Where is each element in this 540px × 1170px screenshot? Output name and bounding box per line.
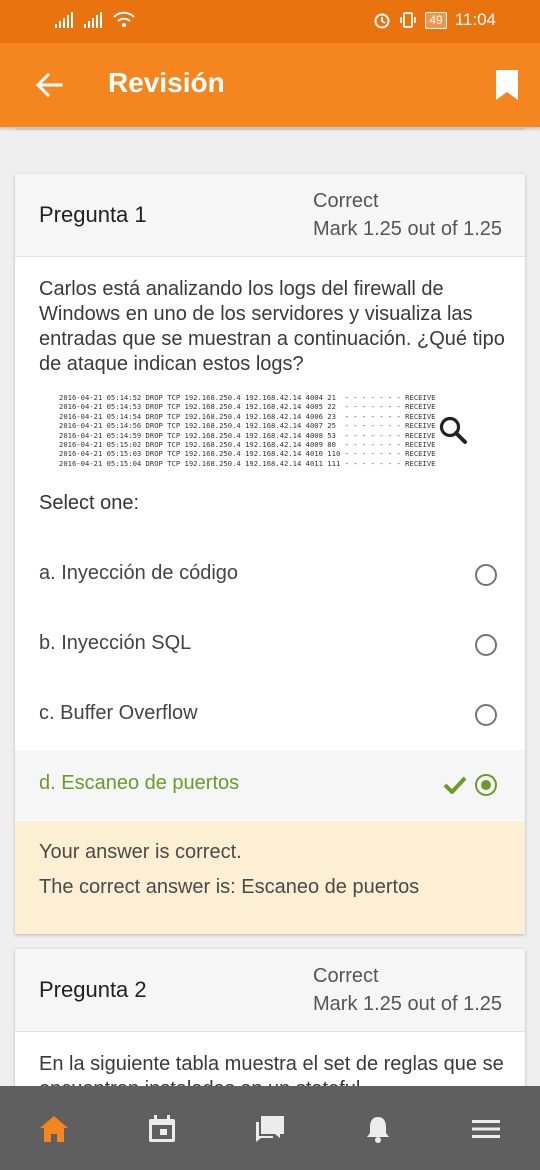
feedback-box: Your answer is correct. The correct answ…	[15, 821, 525, 934]
app-bar: Revisión	[0, 43, 540, 127]
question-status: Correct Mark 1.25 out of 1.25	[313, 962, 502, 1018]
battery-icon: 49	[425, 11, 447, 29]
wifi-icon	[113, 11, 135, 27]
correct-answer-text: The correct answer is: Escaneo de puerto…	[39, 876, 420, 898]
vibrate-icon	[400, 12, 417, 28]
log-line: 2016-04-21 05:15:03 DROP TCP 192.168.250…	[59, 449, 436, 459]
option-label: d. Escaneo de puertos	[39, 772, 240, 794]
home-icon[interactable]	[39, 1115, 69, 1143]
option-label: c. Buffer Overflow	[39, 702, 198, 724]
calendar-icon[interactable]	[147, 1115, 177, 1143]
messages-icon[interactable]	[255, 1115, 285, 1143]
alarm-icon	[374, 13, 390, 29]
answer-option-d[interactable]: d. Escaneo de puertos	[15, 750, 525, 820]
status-left	[55, 11, 135, 28]
menu-icon[interactable]	[471, 1115, 501, 1143]
radio-button-selected[interactable]	[475, 774, 497, 796]
radio-button[interactable]	[475, 564, 497, 586]
question-title: Pregunta 2	[39, 977, 147, 1002]
log-line: 2016-04-21 05:15:04 DROP TCP 192.168.250…	[59, 458, 436, 468]
radio-dot	[480, 779, 491, 790]
clock: 11:04	[454, 10, 496, 29]
question-header: Pregunta 1 Correct Mark 1.25 out of 1.25	[15, 174, 525, 257]
answer-option-a[interactable]: a. Inyección de código	[15, 540, 525, 610]
page-title: Revisión	[108, 67, 225, 98]
option-label: a. Inyección de código	[39, 562, 239, 584]
radio-button[interactable]	[475, 634, 497, 656]
option-label: b. Inyección SQL	[39, 632, 192, 654]
status-label: Correct	[313, 965, 379, 987]
question-text: En la siguiente tabla muestra el set de …	[39, 1053, 504, 1086]
previous-card-edge	[15, 127, 525, 130]
answer-option-b[interactable]: b. Inyección SQL	[15, 610, 525, 680]
check-icon	[443, 776, 467, 794]
bookmark-icon[interactable]	[496, 70, 518, 100]
feedback-result: Your answer is correct.	[39, 841, 242, 863]
status-bar: 49 11:04	[0, 0, 540, 43]
question-header: Pregunta 2 Correct Mark 1.25 out of 1.25	[15, 949, 525, 1032]
signal-icon	[55, 12, 73, 28]
back-arrow-icon[interactable]	[34, 70, 64, 100]
question-title: Pregunta 1	[39, 202, 147, 227]
signal-icon	[84, 12, 102, 28]
log-line: 2016-04-21 05:14:53 DROP TCP 192.168.250…	[59, 402, 436, 412]
mark-label: Mark 1.25 out of 1.25	[313, 993, 503, 1015]
question-text: Carlos está analizando los logs del fire…	[39, 278, 505, 375]
status-label: Correct	[313, 190, 379, 212]
notifications-icon[interactable]	[363, 1115, 393, 1143]
mark-label: Mark 1.25 out of 1.25	[313, 218, 503, 240]
status-right: 49 11:04	[373, 10, 496, 30]
question-card: Pregunta 2 Correct Mark 1.25 out of 1.25…	[15, 949, 525, 1086]
answer-option-c[interactable]: c. Buffer Overflow	[15, 680, 525, 750]
radio-button[interactable]	[475, 704, 497, 726]
question-status: Correct Mark 1.25 out of 1.25	[313, 187, 502, 243]
zoom-icon[interactable]	[438, 415, 468, 445]
review-content[interactable]: Pregunta 1 Correct Mark 1.25 out of 1.25…	[0, 127, 540, 1086]
bottom-navigation	[0, 1086, 540, 1170]
question-card: Pregunta 1 Correct Mark 1.25 out of 1.25…	[15, 174, 525, 934]
log-line: 2016-04-21 05:14:52 DROP TCP 192.168.250…	[59, 393, 436, 402]
select-one-label: Select one:	[39, 492, 140, 514]
